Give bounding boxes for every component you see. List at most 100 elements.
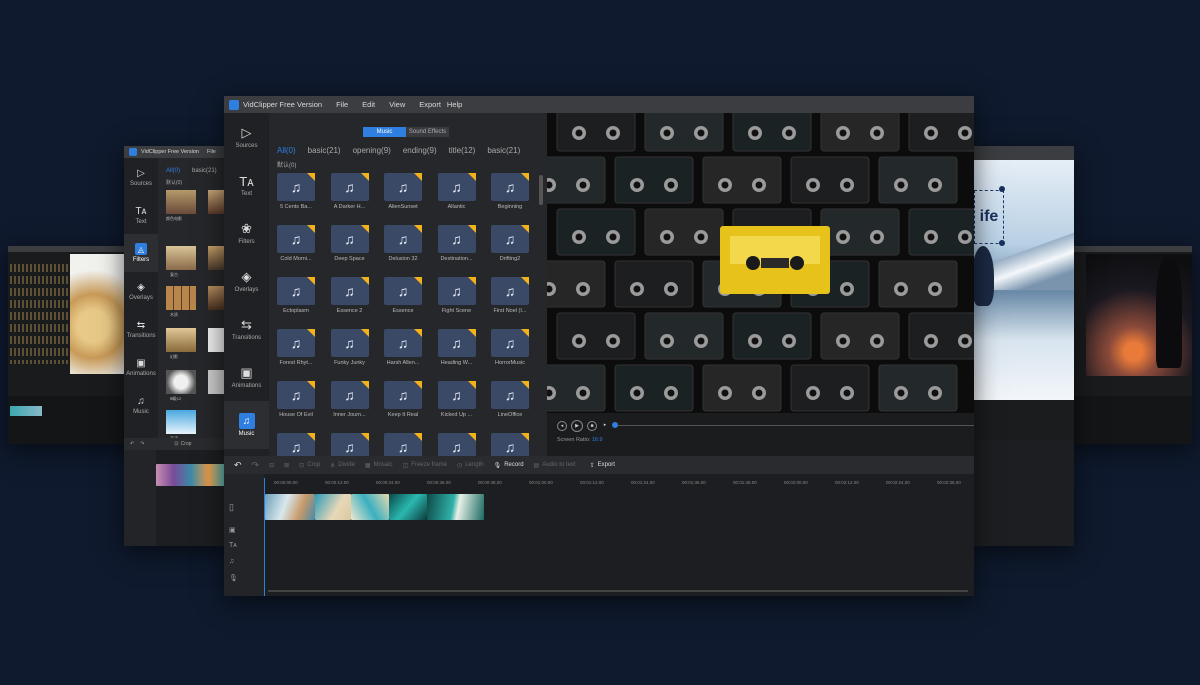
timeline-ruler[interactable]: 00:00:00.00 00:00:12.00 00:00:24.00 00:00:3… (264, 474, 974, 494)
music-tile[interactable]: ♫ (384, 329, 422, 357)
tab-sound-effects[interactable]: Sound Effects (406, 127, 449, 137)
category-all[interactable]: All(0) (277, 146, 296, 155)
app-logo-icon (129, 148, 137, 156)
tab-music[interactable]: Music (363, 127, 406, 137)
undo-button[interactable]: ↶ (234, 460, 242, 471)
music-tile[interactable]: ♫ (437, 329, 476, 357)
filter-thumb[interactable] (166, 410, 196, 434)
handle-top-icon[interactable] (999, 186, 1005, 192)
back-left-menu-file[interactable]: File (207, 149, 216, 155)
library-scrollbar[interactable] (539, 175, 543, 205)
music-tile[interactable]: ♫ (437, 277, 476, 305)
music-tile[interactable]: ♫ (277, 277, 315, 305)
filter-thumb[interactable] (166, 190, 196, 214)
category-ending[interactable]: ending(9) (403, 146, 437, 155)
text-overlay-box[interactable]: ife (974, 190, 1004, 244)
redo-button[interactable]: ↷ (252, 460, 260, 471)
timeline-clip[interactable] (389, 494, 427, 520)
menu-view[interactable]: View (389, 100, 405, 109)
crop-icon[interactable]: ⊡ (174, 441, 178, 447)
music-tile[interactable]: ♫ (491, 173, 529, 201)
music-tile[interactable]: ♫ (437, 173, 476, 201)
back-toolbar-crop[interactable]: Crop (181, 441, 192, 447)
music-tile[interactable]: ♫ (277, 173, 315, 201)
split-button[interactable]: ⊟ (269, 462, 274, 469)
delete-button[interactable]: ⊠ (284, 462, 289, 469)
sidebar-item-sources[interactable]: ▷ Sources (224, 113, 269, 161)
screen-ratio[interactable]: Screen Ratio: 16:9 (557, 437, 603, 443)
music-tile[interactable]: ♫ (384, 173, 422, 201)
export-button[interactable]: ⇪ Export (590, 462, 615, 469)
music-tile[interactable]: ♫ (277, 381, 315, 409)
freeze-frame-button[interactable]: ◫ Freeze frame (403, 462, 447, 469)
timeline-clip[interactable] (351, 494, 389, 520)
divide-button[interactable]: ⋔ Divide (330, 462, 355, 469)
timeline-clip[interactable] (265, 494, 315, 520)
filter-thumb[interactable] (166, 286, 196, 310)
progress-knob[interactable] (612, 422, 618, 428)
back-sidebar-animations[interactable]: ▣ Animations (124, 348, 158, 386)
sidebar-item-animations[interactable]: ▣ Animations (224, 353, 269, 401)
rewind-button[interactable]: ◂ (557, 421, 567, 431)
timeline-clip[interactable] (315, 494, 351, 520)
music-tile[interactable]: ♫ (277, 329, 315, 357)
music-note-icon: ♫ (504, 283, 516, 299)
music-tile[interactable]: ♫ (491, 277, 529, 305)
progress-track[interactable] (613, 425, 974, 426)
sidebar-item-transitions[interactable]: ⇆ Transitions (224, 305, 269, 353)
music-tile[interactable]: ♫ (491, 225, 529, 253)
redo-icon[interactable]: ↷ (140, 441, 144, 447)
timeline-clip[interactable] (156, 464, 226, 486)
forward-button[interactable]: ▸ (601, 421, 609, 429)
music-tile[interactable]: ♫ (491, 329, 529, 357)
music-tile[interactable]: ♫ (330, 173, 369, 201)
music-tile[interactable]: ♫ (437, 381, 476, 409)
sidebar-item-overlays[interactable]: ◈ Overlays (224, 257, 269, 305)
category-title[interactable]: title(12) (449, 146, 476, 155)
sidebar-item-filters[interactable]: ❀ Filters (224, 209, 269, 257)
menu-file[interactable]: File (336, 100, 348, 109)
category-basic[interactable]: basic(21) (308, 146, 341, 155)
back-category-basic[interactable]: basic(21) (192, 168, 217, 174)
music-tile[interactable]: ♫ (277, 225, 315, 253)
filter-thumb[interactable] (166, 246, 196, 270)
back-sidebar-music[interactable]: ♫ Music (124, 386, 158, 424)
back-sidebar-filters[interactable]: ◬ Filters (124, 234, 158, 272)
music-tile[interactable]: ♫ (330, 277, 369, 305)
filter-thumb[interactable] (166, 328, 196, 352)
back-sidebar-text[interactable]: Tᴀ Text (124, 196, 158, 234)
music-tile[interactable]: ♫ (384, 277, 422, 305)
back-category-all[interactable]: All(0) (166, 168, 180, 174)
record-button[interactable]: 🎙 Record (494, 462, 524, 469)
menu-edit[interactable]: Edit (362, 100, 375, 109)
handle-bottom-icon[interactable] (999, 240, 1005, 246)
music-tile[interactable]: ♫ (437, 225, 476, 253)
sidebar-item-music[interactable]: ♫ Music (224, 401, 269, 449)
length-button[interactable]: ◷ Length (457, 462, 484, 469)
crop-button[interactable]: ⊡ Crop (299, 462, 320, 469)
music-tile[interactable]: ♫ (491, 381, 529, 409)
music-tile[interactable]: ♫ (330, 329, 369, 357)
export-icon: ⇪ (589, 462, 595, 469)
music-tile[interactable]: ♫ (330, 381, 369, 409)
mosaic-button[interactable]: ▦ Mosaic (365, 462, 393, 469)
category-opening[interactable]: opening(9) (353, 146, 391, 155)
music-tile[interactable]: ♫ (384, 381, 422, 409)
menu-export[interactable]: Export (419, 100, 441, 109)
music-tile[interactable]: ♫ (330, 225, 369, 253)
music-tile-label: Delusion 32 (388, 256, 418, 262)
sidebar-item-text[interactable]: Tᴀ Text (224, 161, 269, 209)
back-sidebar-sources[interactable]: ▷ Sources (124, 158, 158, 196)
back-sidebar-transitions[interactable]: ⇆ Transitions (124, 310, 158, 348)
back-sidebar-overlays[interactable]: ◈ Overlays (124, 272, 158, 310)
music-tile[interactable]: ♫ (384, 225, 422, 253)
category-basic-2[interactable]: basic(21) (487, 146, 520, 155)
undo-icon[interactable]: ↶ (130, 441, 134, 447)
timeline-clip[interactable] (427, 494, 484, 520)
menu-help[interactable]: Help (447, 100, 462, 109)
stop-button[interactable]: ■ (587, 421, 597, 431)
play-button[interactable]: ▶ (571, 420, 583, 432)
timeline-scrollbar[interactable] (268, 590, 968, 592)
filter-thumb[interactable] (166, 370, 196, 394)
audio-to-text-button[interactable]: ▤ Audio to text (534, 462, 576, 469)
